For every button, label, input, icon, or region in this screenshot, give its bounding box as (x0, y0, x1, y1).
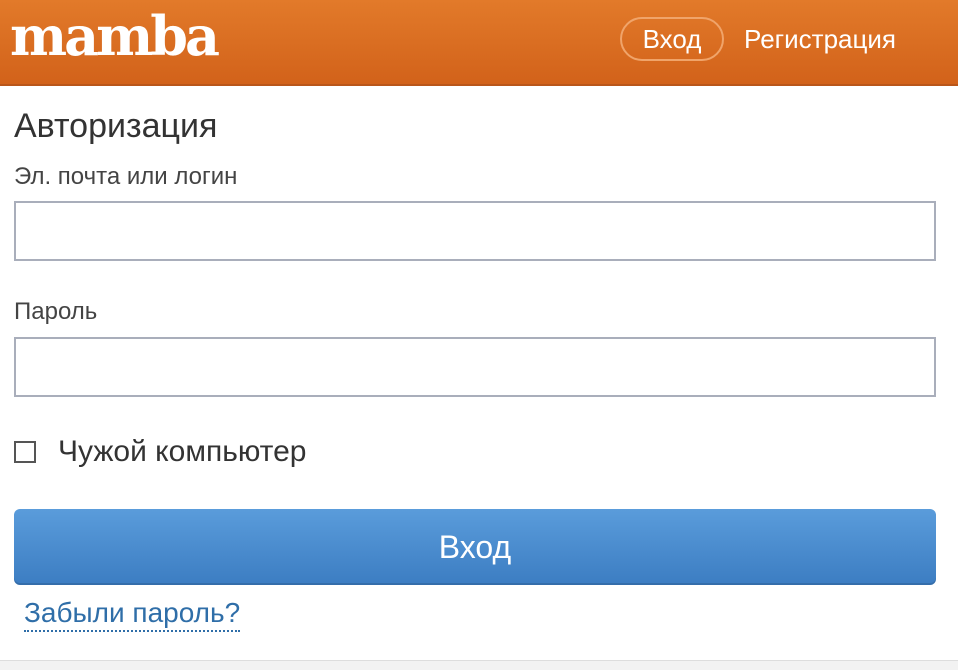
page-title: Авторизация (14, 107, 218, 145)
password-field-label: Пароль (14, 298, 98, 325)
site-header: mamba Вход Регистрация (0, 0, 958, 86)
password-input[interactable] (14, 337, 936, 397)
login-submit-button[interactable]: Вход (14, 509, 936, 585)
login-input[interactable] (14, 201, 936, 261)
login-field-label: Эл. почта или логин (14, 163, 238, 190)
header-register-link[interactable]: Регистрация (744, 17, 896, 61)
mamba-logo[interactable]: mamba (10, 6, 220, 66)
forgot-password-link[interactable]: Забыли пароль? (24, 596, 241, 632)
foreign-computer-option[interactable]: Чужой компьютер (14, 434, 306, 470)
foreign-computer-checkbox[interactable] (14, 441, 36, 463)
foreign-computer-label: Чужой компьютер (58, 435, 307, 468)
header-login-link[interactable]: Вход (620, 17, 724, 61)
